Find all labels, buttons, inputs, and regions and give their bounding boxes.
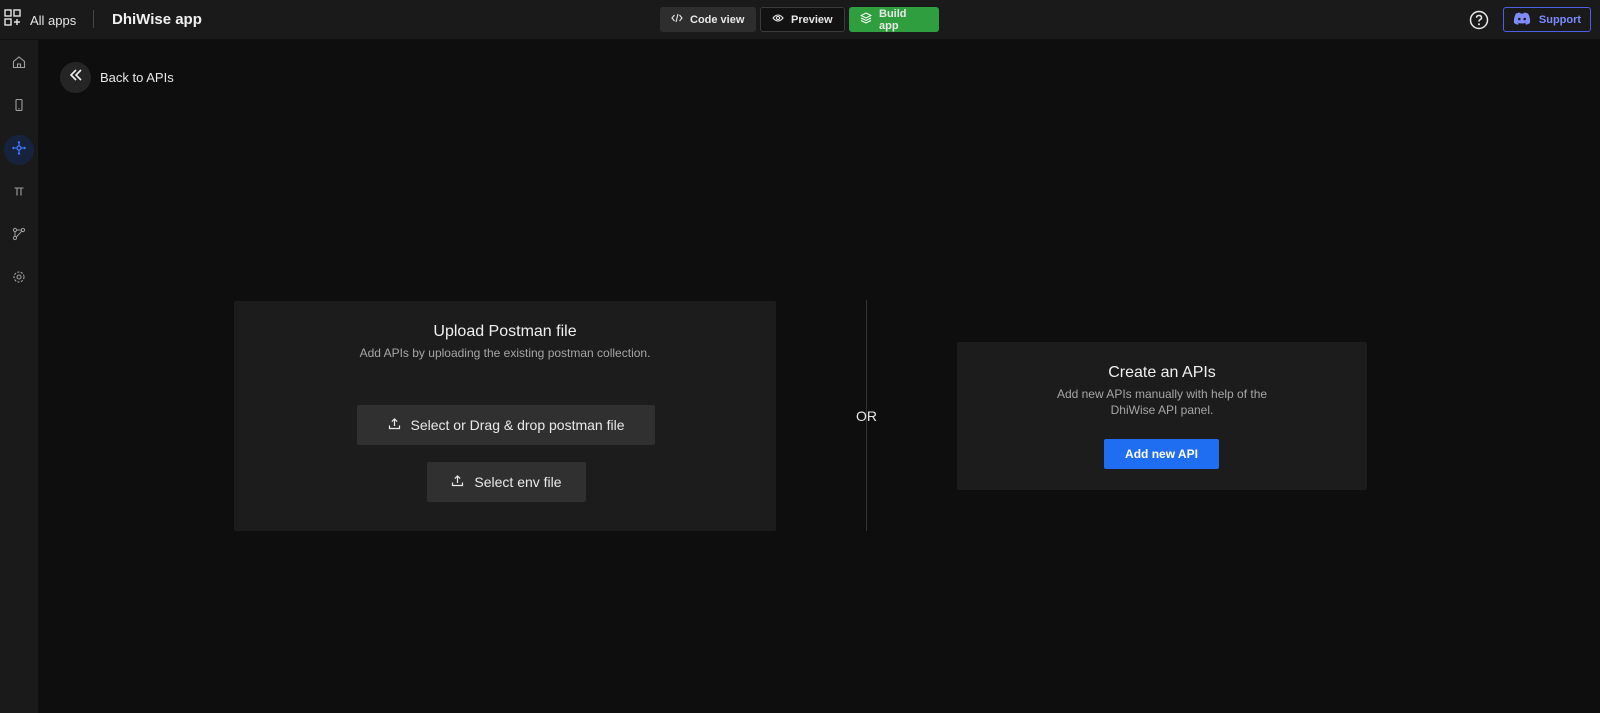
upload-card-title: Upload Postman file xyxy=(433,323,577,340)
sidebar-item-screens[interactable] xyxy=(4,92,34,122)
layers-icon xyxy=(859,12,873,27)
add-new-api-button[interactable]: Add new API xyxy=(1104,439,1219,469)
build-app-label: Build app xyxy=(879,7,907,32)
all-apps-button[interactable]: All apps xyxy=(4,8,77,32)
select-env-file-button[interactable]: Select env file xyxy=(427,462,586,502)
sidebar-item-apis[interactable] xyxy=(4,135,34,165)
api-icon xyxy=(11,140,27,161)
upload-card-description: Add APIs by uploading the existing postm… xyxy=(359,346,651,360)
support-button[interactable]: Support xyxy=(1503,7,1591,32)
preview-label: Preview xyxy=(791,13,833,26)
postman-button-label: Select or Drag & drop postman file xyxy=(410,417,625,433)
view-mode-group: Code view Preview Build app xyxy=(660,7,939,32)
double-chevron-left-icon xyxy=(69,68,83,86)
flow-icon xyxy=(12,227,26,246)
back-to-apis-link[interactable]: Back to APIs xyxy=(60,61,174,93)
back-label: Back to APIs xyxy=(100,69,174,85)
code-view-button[interactable]: Code view xyxy=(660,7,756,32)
sidebar-item-settings[interactable] xyxy=(4,264,34,294)
code-icon xyxy=(671,13,683,26)
discord-icon xyxy=(1513,12,1531,28)
sidebar-item-constants[interactable] xyxy=(4,178,34,208)
app-title: DhiWise app xyxy=(112,11,202,28)
pi-icon xyxy=(12,184,26,203)
preview-button[interactable]: Preview xyxy=(760,7,845,32)
back-button[interactable] xyxy=(60,61,91,93)
sidebar-item-flows[interactable] xyxy=(4,221,34,251)
help-icon[interactable] xyxy=(1469,10,1489,35)
upload-postman-card: Upload Postman file Add APIs by uploadin… xyxy=(234,301,776,531)
all-apps-label: All apps xyxy=(30,12,77,28)
topbar-divider xyxy=(93,10,94,28)
support-label: Support xyxy=(1538,13,1582,26)
select-postman-file-button[interactable]: Select or Drag & drop postman file xyxy=(357,405,655,445)
env-button-label: Select env file xyxy=(474,474,562,490)
build-app-button[interactable]: Build app xyxy=(849,7,939,32)
upload-icon xyxy=(451,474,464,490)
home-icon xyxy=(12,55,26,74)
code-view-label: Code view xyxy=(690,13,745,26)
create-api-card: Create an APIs Add new APIs manually wit… xyxy=(957,342,1367,490)
top-bar: All apps DhiWise app Code view Preview B… xyxy=(0,0,1600,40)
create-card-title: Create an APIs xyxy=(1108,364,1216,381)
apps-grid-icon xyxy=(4,8,22,32)
upload-icon xyxy=(388,417,401,433)
sidebar-item-home[interactable] xyxy=(4,49,34,79)
left-sidebar xyxy=(0,40,38,713)
mobile-icon xyxy=(12,98,26,117)
create-card-description: Add new APIs manually with help of the D… xyxy=(1056,387,1268,417)
settings-icon xyxy=(12,270,26,289)
or-separator: OR xyxy=(856,408,877,424)
eye-icon xyxy=(772,13,784,26)
